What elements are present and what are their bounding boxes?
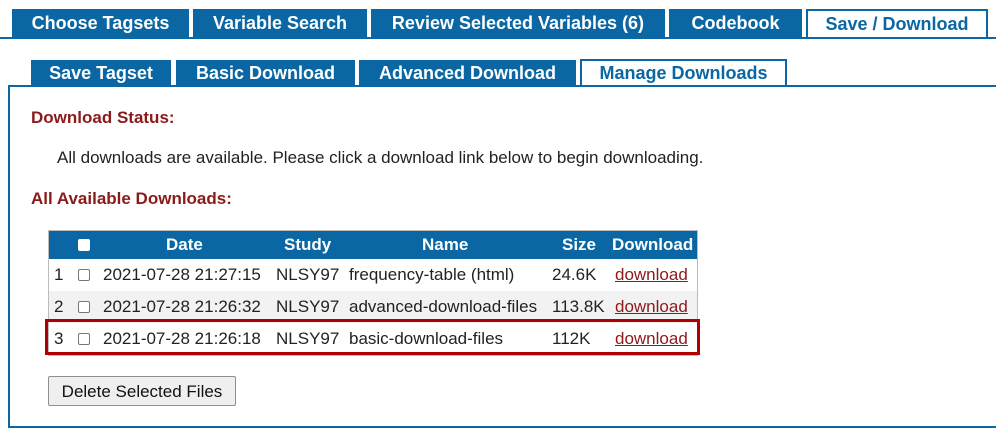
table-row: 1 2021-07-28 21:27:15 NLSY97 frequency-t… (49, 259, 697, 291)
tab-variable-search[interactable]: Variable Search (193, 9, 367, 38)
subtab-manage-downloads[interactable]: Manage Downloads (580, 59, 787, 87)
main-tab-bar: Choose Tagsets Variable Search Review Se… (0, 9, 996, 39)
row-checkbox[interactable] (78, 269, 90, 281)
column-header-download: Download (612, 235, 694, 254)
row-date: 2021-07-28 21:27:15 (103, 265, 261, 284)
main-tab-rule (0, 37, 996, 39)
tab-review-selected-variables[interactable]: Review Selected Variables (6) (371, 9, 665, 38)
tab-save-download[interactable]: Save / Download (806, 9, 988, 38)
row-number: 1 (54, 265, 64, 284)
highlight-box (45, 319, 700, 355)
column-header-name[interactable]: Name (422, 231, 468, 259)
subtab-save-tagset[interactable]: Save Tagset (31, 60, 171, 86)
column-header-size[interactable]: Size (562, 231, 596, 259)
subtab-basic-download[interactable]: Basic Download (176, 60, 355, 86)
row-name: frequency-table (html) (349, 265, 515, 284)
download-link[interactable]: download (615, 259, 688, 291)
download-status-message: All downloads are available. Please clic… (57, 148, 704, 167)
available-downloads-heading: All Available Downloads: (31, 189, 232, 208)
delete-selected-files-button[interactable]: Delete Selected Files (48, 376, 236, 406)
download-status-heading: Download Status: (31, 108, 175, 127)
column-header-date[interactable]: Date (166, 231, 203, 259)
tab-codebook[interactable]: Codebook (669, 9, 802, 38)
row-checkbox[interactable] (78, 301, 90, 313)
row-size: 24.6K (552, 265, 597, 284)
select-all-checkbox[interactable] (78, 239, 90, 251)
tab-choose-tagsets[interactable]: Choose Tagsets (12, 9, 189, 38)
row-study: NLSY97 (276, 265, 340, 284)
table-header: Date Study Name Size Download (49, 231, 697, 259)
subtab-advanced-download[interactable]: Advanced Download (359, 60, 576, 86)
column-header-study[interactable]: Study (284, 231, 331, 259)
